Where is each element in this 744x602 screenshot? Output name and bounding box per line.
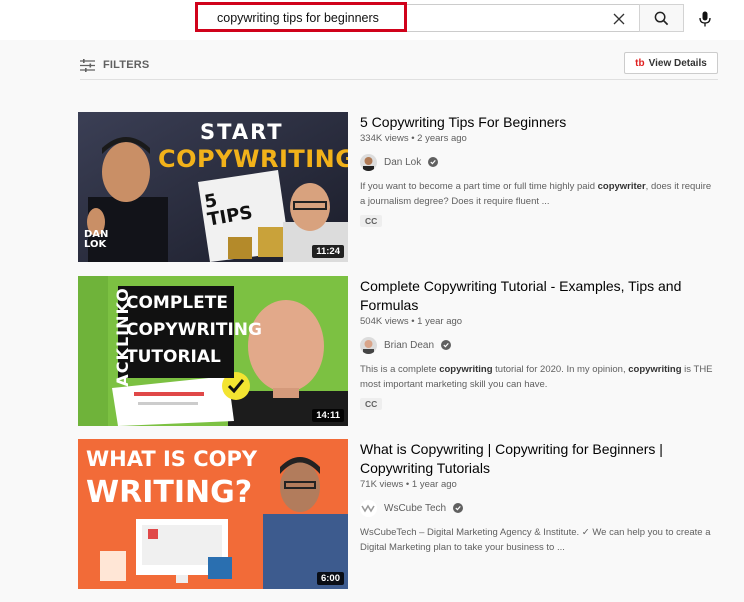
video-title[interactable]: 5 Copywriting Tips For Beginners [360, 113, 718, 132]
channel-link[interactable]: Dan Lok [360, 152, 718, 172]
video-thumbnail[interactable]: WHAT IS COPY WRITING? 6:00 [78, 439, 348, 589]
video-thumbnail[interactable]: START COPYWRITING 5 TIPS DAN LOK 11:24 [78, 112, 348, 262]
filters-label: FILTERS [103, 59, 150, 71]
video-duration: 14:11 [312, 409, 344, 422]
search-button[interactable] [639, 4, 684, 32]
thumbnail-text: DAN LOK [84, 230, 108, 250]
video-thumbnail[interactable]: COMPLETE COPYWRITING TUTORIAL BACKLINKO … [78, 276, 348, 426]
thumbnail-text: COMPLETE [126, 293, 228, 313]
video-description: This is a complete copywriting tutorial … [360, 364, 713, 390]
microphone-icon [699, 11, 711, 27]
video-result: WHAT IS COPY WRITING? 6:00 What is Copyw… [78, 439, 718, 591]
divider [80, 79, 718, 80]
search-input[interactable] [197, 5, 607, 31]
video-description: If you want to become a part time or ful… [360, 181, 712, 207]
thumbnail-text: START [200, 120, 284, 144]
video-result: COMPLETE COPYWRITING TUTORIAL BACKLINKO … [78, 276, 718, 428]
channel-link[interactable]: Brian Dean [360, 335, 718, 355]
avatar[interactable] [360, 336, 377, 354]
thumbnail-text: COPYWRITING [126, 320, 262, 340]
video-info: 5 Copywriting Tips For Beginners 334K vi… [360, 112, 718, 229]
video-duration: 6:00 [316, 572, 344, 585]
channel-name[interactable]: Brian Dean [384, 340, 434, 351]
thumbnail-text: TUTORIAL [126, 347, 221, 367]
clear-search-button[interactable] [608, 8, 630, 30]
thumbnail-text: WRITING? [86, 475, 253, 510]
thumbnail-text: 5 TIPS [203, 186, 254, 231]
video-duration: 11:24 [312, 245, 344, 258]
view-details-label: View Details [648, 57, 707, 69]
highlighted-term: copywriter [597, 181, 646, 192]
sliders-icon [80, 58, 95, 72]
video-description: WsCubeTech – Digital Marketing Agency & … [360, 527, 711, 553]
avatar[interactable] [360, 153, 377, 171]
verified-check-icon [428, 157, 439, 167]
thumbnail-text: WHAT IS COPY [86, 447, 258, 471]
video-meta: 334K views • 2 years ago [360, 133, 467, 144]
channel-name[interactable]: WsCube Tech [384, 503, 446, 514]
highlighted-term: copywriting [439, 364, 493, 375]
thumbnail-text: COMPLETE COPYWRITING TUTORIAL [126, 290, 262, 371]
search-box[interactable] [196, 4, 640, 32]
highlighted-term: copywriting [628, 364, 682, 375]
thumbnail-text: BACKLINKO [112, 287, 132, 400]
verified-check-icon [441, 340, 452, 350]
video-meta: 71K views • 1 year ago [360, 479, 457, 490]
cc-badge: CC [360, 398, 383, 410]
video-meta: 504K views • 1 year ago [360, 316, 463, 327]
channel-name[interactable]: Dan Lok [384, 157, 421, 168]
view-details-button[interactable]: tb View Details [624, 52, 718, 74]
top-bar [0, 0, 744, 40]
close-icon [613, 13, 625, 25]
video-title[interactable]: What is Copywriting | Copywriting for Be… [360, 440, 718, 478]
search-icon [654, 11, 669, 25]
filters-button[interactable]: FILTERS [80, 56, 149, 74]
video-info: What is Copywriting | Copywriting for Be… [360, 439, 718, 555]
video-title[interactable]: Complete Copywriting Tutorial - Examples… [360, 277, 718, 315]
channel-link[interactable]: WsCube Tech [360, 498, 718, 518]
thumbnail-text: LOK [84, 239, 107, 250]
cc-badge: CC [360, 215, 383, 227]
avatar[interactable] [360, 499, 377, 517]
verified-check-icon [453, 503, 464, 513]
thumbnail-text: COPYWRITING [158, 145, 348, 173]
voice-search-button[interactable] [692, 6, 718, 32]
video-result: START COPYWRITING 5 TIPS DAN LOK 11:24 5 C… [78, 112, 718, 264]
video-info: Complete Copywriting Tutorial - Examples… [360, 276, 718, 412]
tubebuddy-logo-icon: tb [635, 57, 645, 69]
